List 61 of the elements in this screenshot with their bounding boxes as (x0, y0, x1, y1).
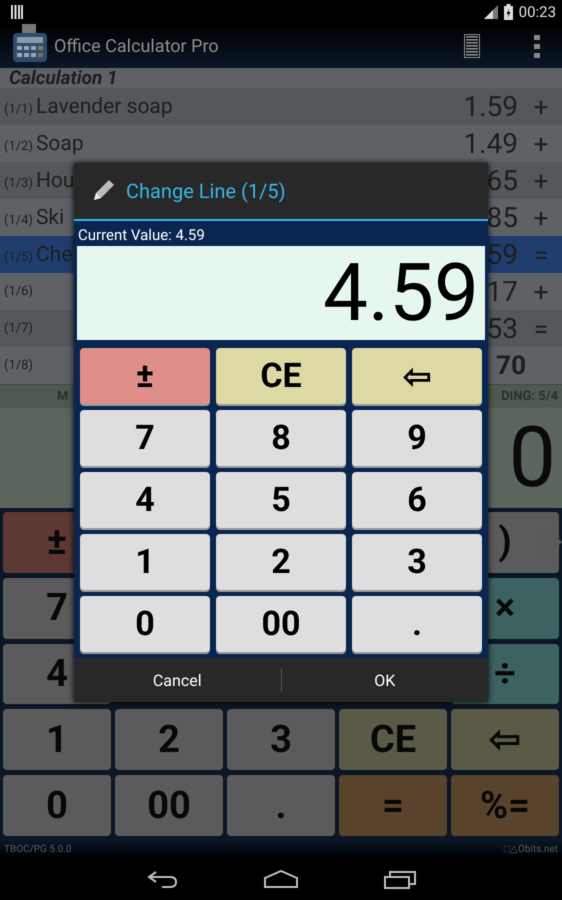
notification-icon (11, 5, 23, 19)
line-value: 85 (486, 201, 518, 234)
calculation-title: Calculation 1 (9, 68, 118, 88)
recent-apps-icon[interactable] (384, 869, 416, 889)
line-operator: = (532, 315, 550, 345)
signal-icon (484, 5, 498, 19)
keypad-key[interactable]: ⇦ (352, 348, 482, 404)
line-operator: + (532, 167, 550, 197)
line-value: 59 (486, 238, 518, 271)
line-name: Hou (36, 168, 74, 192)
battery-icon (504, 4, 513, 20)
line-name: Lavender soap (36, 94, 173, 118)
line-name: Ski (36, 206, 64, 230)
line-value: 1.59 (463, 90, 518, 123)
display-value: 0 (508, 416, 556, 500)
line-operator: + (532, 204, 550, 234)
keypad-key[interactable]: 00 (216, 596, 346, 652)
line-name: Soap (36, 132, 84, 156)
keypad-key[interactable]: 5 (216, 472, 346, 528)
keypad-key[interactable]: 6 (352, 472, 482, 528)
line-value: 65 (486, 164, 518, 197)
line-index: (1/8) (4, 358, 33, 373)
overflow-menu-icon[interactable] (534, 34, 540, 58)
back-icon[interactable] (146, 869, 178, 889)
line-operator: + (532, 93, 550, 123)
keypad-key[interactable]: 9 (352, 410, 482, 466)
keypad-key[interactable]: 3 (352, 534, 482, 590)
version-label: TBOC/PG 5.0.0 (4, 844, 72, 854)
keypad-key[interactable]: CE (216, 348, 346, 404)
line-value: 70 (496, 350, 526, 380)
keypad-key[interactable]: 4 (80, 472, 210, 528)
value-field[interactable]: 4.59 (77, 246, 485, 340)
line-index: (1/3) (4, 176, 33, 190)
keypad-key[interactable]: 2 (216, 534, 346, 590)
line-value: 1.49 (463, 127, 518, 160)
keypad-key[interactable]: 8 (216, 410, 346, 466)
dialog-title: Change Line (1/5) (126, 179, 286, 203)
line-operator: + (532, 130, 550, 160)
home-icon[interactable] (264, 870, 298, 888)
keypad-key[interactable]: 1 (80, 534, 210, 590)
current-value-label: Current Value: 4.59 (77, 225, 206, 246)
line-value: 53 (486, 312, 518, 345)
line-name: Che (36, 242, 72, 266)
list-icon[interactable] (464, 34, 480, 58)
line-index: (1/4) (4, 212, 33, 228)
clock-time: 00:23 (518, 3, 556, 21)
keypad-key[interactable]: . (352, 596, 482, 652)
keypad-key[interactable]: 0 (80, 596, 210, 652)
line-index: (1/6) (4, 284, 33, 299)
line-value: 17 (486, 275, 518, 308)
brand-label: □△Obits.net (504, 843, 558, 855)
app-title: Office Calculator Pro (54, 36, 220, 56)
keypad-key[interactable]: ± (80, 348, 210, 404)
line-operator: + (532, 278, 550, 308)
line-index: (1/5) (4, 250, 33, 264)
line-index: (1/2) (4, 138, 33, 154)
line-operator: = (532, 241, 550, 271)
line-index: (1/7) (4, 321, 33, 336)
line-index: (1/1) (4, 102, 33, 116)
calculator-icon (13, 24, 47, 62)
keypad-key[interactable]: 7 (80, 410, 210, 466)
